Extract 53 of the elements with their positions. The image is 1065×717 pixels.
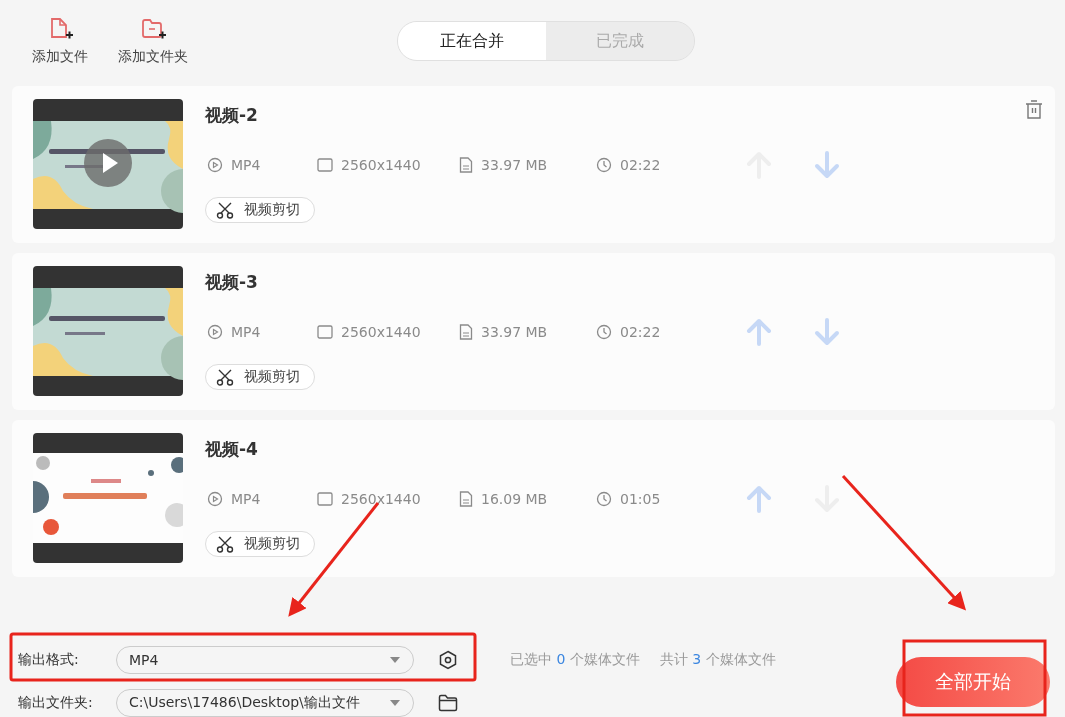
video-trim-button[interactable]: 视频剪切	[205, 197, 315, 223]
folder-dropdown[interactable]: C:\Users\17486\Desktop\输出文件	[116, 689, 414, 717]
video-trim-button[interactable]: 视频剪切	[205, 364, 315, 390]
video-duration: 02:22	[620, 157, 661, 173]
video-format-icon	[207, 324, 223, 340]
play-icon[interactable]	[84, 139, 132, 187]
add-file-button[interactable]: 添加文件	[32, 16, 88, 66]
video-title: 视频-3	[205, 271, 258, 294]
scissors-icon	[216, 368, 234, 386]
selected-count-text: 已选中 0 个媒体文件	[510, 651, 640, 669]
video-resolution: 2560x1440	[341, 157, 421, 173]
file-icon	[459, 491, 473, 507]
resolution-icon	[317, 492, 333, 506]
add-folder-icon	[140, 16, 166, 42]
output-format-label: 输出格式:	[18, 651, 80, 669]
clock-icon	[596, 324, 612, 340]
video-resolution: 2560x1440	[341, 491, 421, 507]
tab[interactable]: 正在合并	[398, 22, 546, 60]
resolution-icon	[317, 325, 333, 339]
file-icon	[459, 157, 473, 173]
video-format: MP4	[231, 491, 261, 507]
folder-icon[interactable]	[438, 694, 458, 712]
move-down-arrow-icon[interactable]	[813, 151, 842, 179]
video-duration: 01:05	[620, 491, 661, 507]
video-format: MP4	[231, 324, 261, 340]
add-folder-button[interactable]: 添加文件夹	[118, 16, 188, 66]
trash-icon[interactable]	[1025, 100, 1043, 120]
caret-icon	[389, 656, 401, 664]
resolution-icon	[317, 158, 333, 172]
clock-icon	[596, 157, 612, 173]
scissors-icon	[216, 201, 234, 219]
caret-icon	[389, 699, 401, 707]
format-dropdown[interactable]: MP4	[116, 646, 414, 674]
video-trim-button[interactable]: 视频剪切	[205, 531, 315, 557]
file-icon	[459, 324, 473, 340]
video-format-icon	[207, 157, 223, 173]
clock-icon	[596, 491, 612, 507]
video-format: MP4	[231, 157, 261, 173]
move-down-arrow-icon[interactable]	[813, 318, 842, 346]
file-size: 33.97 MB	[481, 324, 548, 340]
file-size: 33.97 MB	[481, 157, 548, 173]
move-up-arrow-icon[interactable]	[745, 485, 774, 513]
video-title: 视频-2	[205, 104, 258, 127]
file-size: 16.09 MB	[481, 491, 548, 507]
video-title: 视频-4	[205, 438, 258, 461]
video-format-icon	[207, 491, 223, 507]
video-duration: 02:22	[620, 324, 661, 340]
video-resolution: 2560x1440	[341, 324, 421, 340]
settings-icon[interactable]	[438, 650, 458, 670]
total-count-text: 共计 3 个媒体文件	[659, 651, 776, 669]
scissors-icon	[216, 535, 234, 553]
output-folder-label: 输出文件夹:	[18, 694, 94, 712]
move-up-arrow-icon[interactable]	[745, 318, 774, 346]
